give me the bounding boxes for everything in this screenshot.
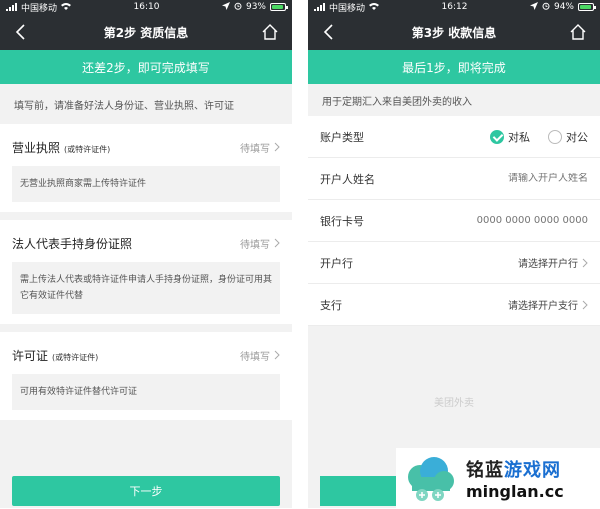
wifi-icon	[61, 2, 72, 13]
location-icon	[221, 1, 230, 13]
section-description: 可用有效特许证件替代许可证	[12, 374, 280, 410]
section-status: 待填写	[240, 236, 280, 251]
page-title: 第3步 收款信息	[411, 25, 497, 40]
watermark-cn: 铭蓝游戏网	[466, 459, 561, 481]
progress-banner: 还差2步，即可完成填写	[0, 50, 292, 84]
section-legal-rep-id-photo[interactable]: 法人代表手持身份证照 待填写 需上传法人代表或特许证件申请人手持身份证照，身份证…	[0, 220, 292, 324]
alarm-icon	[234, 2, 242, 13]
section-title: 营业执照 (或特许证件)	[12, 140, 111, 155]
home-icon[interactable]	[568, 22, 588, 42]
battery-percent: 93%	[245, 2, 266, 12]
status-bar: 中国移动 16:12 94%	[308, 0, 600, 14]
card-number-input[interactable]	[438, 215, 588, 226]
card-number-label: 银行卡号	[320, 214, 364, 228]
status-bar: 中国移动 16:10 93%	[0, 0, 292, 14]
holder-name-label: 开户人姓名	[320, 172, 375, 186]
section-status: 待填写	[240, 140, 280, 155]
bank-select[interactable]: 请选择开户行	[518, 255, 588, 270]
section-description: 需上传法人代表或特许证件申请人手持身份证照，身份证可用其它有效证件代替	[12, 262, 280, 314]
clock: 16:10	[133, 2, 160, 12]
back-arrow-icon[interactable]	[322, 23, 336, 41]
unchecked-radio-icon	[548, 129, 562, 144]
carrier-label: 中国移动	[21, 3, 58, 14]
next-button[interactable]: 下一步	[12, 476, 280, 506]
submit-button[interactable]	[320, 476, 400, 506]
wifi-icon	[369, 2, 380, 13]
carrier-label: 中国移动	[329, 3, 366, 14]
nav-bar: 第2步 资质信息	[0, 14, 292, 50]
right-phone-screen: 中国移动 16:12 94% 第3步 收款信息 最后1步，即将完成 用于定期汇入…	[308, 0, 600, 508]
bank-label: 开户行	[320, 256, 353, 270]
branch-select-row[interactable]: 支行 请选择开户支行	[308, 284, 600, 326]
battery-icon	[578, 3, 596, 11]
section-status: 待填写	[240, 348, 280, 363]
card-number-row: 银行卡号	[308, 200, 600, 242]
back-arrow-icon[interactable]	[14, 23, 28, 41]
section-description: 无营业执照商家需上传特许证件	[12, 166, 280, 202]
cloud-logo-icon	[402, 451, 458, 505]
chevron-right-icon	[274, 142, 280, 152]
alarm-icon	[542, 2, 550, 13]
section-business-license[interactable]: 营业执照 (或特许证件) 待填写 无营业执照商家需上传特许证件	[0, 124, 292, 212]
account-type-label: 账户类型	[320, 130, 364, 144]
page-title: 第2步 资质信息	[103, 25, 189, 40]
chevron-right-icon	[274, 238, 280, 248]
section-title: 许可证 (或特许证件)	[12, 348, 99, 363]
bank-select-row[interactable]: 开户行 请选择开户行	[308, 242, 600, 284]
battery-icon	[270, 3, 288, 11]
section-permit[interactable]: 许可证 (或特许证件) 待填写 可用有效特许证件替代许可证	[0, 332, 292, 420]
checked-radio-icon	[490, 129, 504, 144]
watermark: 铭蓝游戏网 minglan.cc	[396, 448, 600, 508]
watermark-en: minglan.cc	[466, 481, 564, 501]
chevron-right-icon	[582, 300, 588, 309]
holder-name-row: 开户人姓名	[308, 158, 600, 200]
battery-percent: 94%	[553, 2, 574, 12]
branch-select[interactable]: 请选择开户支行	[508, 297, 588, 312]
progress-banner: 最后1步，即将完成	[308, 50, 600, 84]
tip-text: 用于定期汇入来自美团外卖的收入	[308, 84, 600, 116]
signal-icon	[314, 3, 325, 11]
account-type-row: 账户类型 对私 对公	[308, 116, 600, 158]
section-title: 法人代表手持身份证照	[12, 236, 133, 251]
left-phone-screen: 中国移动 16:10 93% 第2步 资质信息 还差2步，即可完成填写 填写前，…	[0, 0, 292, 508]
signal-icon	[6, 3, 17, 11]
radio-private[interactable]: 对私	[490, 129, 530, 145]
tip-text: 填写前，请准备好法人身份证、营业执照、许可证	[0, 84, 292, 124]
branch-label: 支行	[320, 298, 342, 312]
radio-public[interactable]: 对公	[548, 129, 588, 145]
location-icon	[529, 1, 538, 13]
holder-name-input[interactable]	[438, 173, 588, 184]
chevron-right-icon	[274, 350, 280, 360]
nav-bar: 第3步 收款信息	[308, 14, 600, 50]
chevron-right-icon	[582, 258, 588, 267]
home-icon[interactable]	[260, 22, 280, 42]
clock: 16:12	[441, 2, 468, 12]
